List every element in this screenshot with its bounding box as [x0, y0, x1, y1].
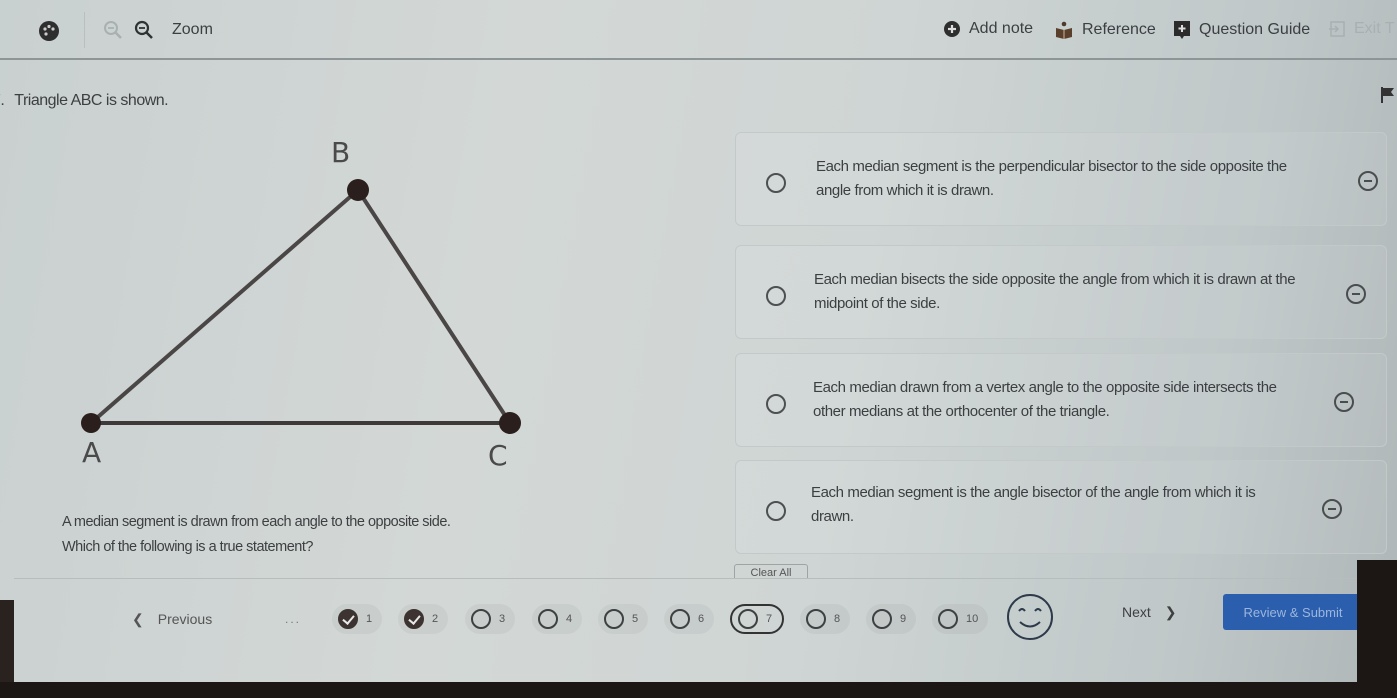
question-nav-8[interactable]: 8 [800, 604, 851, 634]
previous-label: Previous [157, 611, 213, 627]
question-nav-9[interactable]: 9 [866, 604, 917, 634]
question-nav-number: 3 [499, 613, 506, 625]
vertex-a [81, 413, 101, 433]
exam-screen: Zoom Add note Reference Question Guide E… [0, 0, 1397, 682]
zoom-label: Zoom [172, 21, 213, 38]
question-nav-number: 2 [432, 613, 439, 625]
eliminate-answer-icon[interactable] [1322, 499, 1342, 519]
question-nav-3[interactable]: 3 [465, 604, 516, 634]
add-note-button[interactable]: Add note [943, 20, 1033, 38]
unanswered-circle-icon [538, 609, 558, 629]
answer-option-c[interactable]: Each median drawn from a vertex angle to… [735, 353, 1387, 447]
answered-check-icon [404, 609, 424, 629]
question-nav-number: 9 [900, 613, 907, 625]
unanswered-circle-icon [806, 609, 826, 629]
vertex-label-c: C [488, 439, 508, 472]
answer-radio[interactable] [766, 173, 786, 193]
toolbar-divider [84, 12, 85, 48]
vertex-label-a: A [82, 436, 101, 469]
zoom-in-button[interactable]: Zoom [134, 20, 213, 40]
question-nav-number: 8 [834, 613, 841, 625]
question-nav-number: 1 [366, 613, 373, 625]
zoom-out-button[interactable] [103, 20, 123, 40]
exit-test-button[interactable]: Exit T [1328, 20, 1395, 38]
question-nav-number: 6 [698, 613, 705, 625]
next-label: Next [1122, 604, 1151, 620]
answer-radio[interactable] [766, 394, 786, 414]
answer-radio[interactable] [766, 501, 786, 521]
eliminate-answer-icon[interactable] [1334, 392, 1354, 412]
add-note-icon [944, 21, 960, 37]
next-button[interactable]: Next ❯ [1122, 604, 1177, 621]
question-nav-7-current[interactable]: 7 [730, 604, 785, 634]
unanswered-circle-icon [471, 609, 491, 629]
reference-book-icon [1056, 21, 1072, 39]
unanswered-circle-icon [738, 609, 758, 629]
side-ab [89, 188, 360, 425]
zoom-in-icon [134, 20, 153, 39]
unanswered-circle-icon [670, 609, 690, 629]
question-nav-2[interactable]: 2 [398, 604, 449, 634]
question-number: 7. [0, 92, 5, 109]
smiley-face-icon[interactable] [1005, 592, 1055, 642]
triangle-figure: A B C [81, 136, 521, 472]
eliminate-answer-icon[interactable] [1358, 171, 1378, 191]
answer-text: Each median bisects the side opposite th… [814, 271, 1296, 312]
vertex-b [347, 179, 369, 201]
question-title: 7. Triangle ABC is shown. [0, 92, 169, 110]
footer-divider [14, 578, 1394, 579]
question-title-text: Triangle ABC is shown. [14, 92, 169, 109]
answer-text: Each median drawn from a vertex angle to… [813, 379, 1277, 420]
answer-radio[interactable] [766, 286, 786, 306]
exit-label: Exit T [1354, 20, 1395, 37]
chevron-left-icon: ❮ [132, 611, 144, 627]
question-nav-number: 4 [566, 613, 573, 625]
question-guide-label: Question Guide [1199, 21, 1311, 38]
vertex-c [499, 412, 521, 434]
question-nav-1[interactable]: 1 [332, 604, 383, 634]
palette-icon [39, 21, 59, 41]
question-nav-number: 10 [966, 613, 979, 625]
side-bc [356, 188, 512, 425]
question-nav-number: 7 [766, 613, 773, 625]
add-note-label: Add note [969, 20, 1034, 37]
toolbar: Zoom Add note Reference Question Guide E… [0, 0, 1397, 60]
eliminate-answer-icon[interactable] [1346, 284, 1366, 304]
reference-label: Reference [1082, 21, 1156, 38]
question-guide-button[interactable]: Question Guide [1173, 20, 1310, 40]
question-prompt-line2: Which of the following is a true stateme… [62, 539, 313, 555]
exit-icon [1329, 21, 1345, 37]
answer-option-b[interactable]: Each median bisects the side opposite th… [735, 245, 1387, 339]
clear-all-button[interactable]: Clear All [734, 564, 808, 578]
question-nav-number: 5 [632, 613, 639, 625]
question-guide-icon [1174, 21, 1190, 39]
answer-text: Each median segment is the angle bisecto… [811, 484, 1256, 525]
review-submit-button[interactable]: Review & Submit [1223, 594, 1363, 630]
previous-button[interactable]: ❮ Previous [132, 611, 212, 628]
question-prompt-line1: A median segment is drawn from each angl… [62, 514, 451, 530]
question-nav-6[interactable]: 6 [664, 604, 715, 634]
chevron-right-icon: ❯ [1164, 604, 1177, 620]
unanswered-circle-icon [872, 609, 892, 629]
answer-option-a[interactable]: Each median segment is the perpendicular… [735, 132, 1387, 226]
answer-text: Each median segment is the perpendicular… [816, 158, 1287, 199]
flag-icon [1381, 87, 1394, 103]
unanswered-circle-icon [938, 609, 958, 629]
more-questions-ellipsis[interactable]: ... [285, 612, 301, 626]
flag-button[interactable] [1380, 86, 1396, 109]
question-nav-5[interactable]: 5 [598, 604, 649, 634]
monitor-bezel [0, 682, 1397, 698]
answer-option-d[interactable]: Each median segment is the angle bisecto… [735, 460, 1387, 554]
zoom-out-icon [104, 21, 122, 39]
palette-button[interactable] [38, 20, 60, 42]
vertex-label-b: B [331, 136, 350, 169]
answered-check-icon [338, 609, 358, 629]
monitor-bezel [1357, 560, 1397, 698]
question-nav-4[interactable]: 4 [532, 604, 583, 634]
unanswered-circle-icon [604, 609, 624, 629]
reference-button[interactable]: Reference [1054, 20, 1156, 40]
question-nav-10[interactable]: 10 [932, 604, 989, 634]
